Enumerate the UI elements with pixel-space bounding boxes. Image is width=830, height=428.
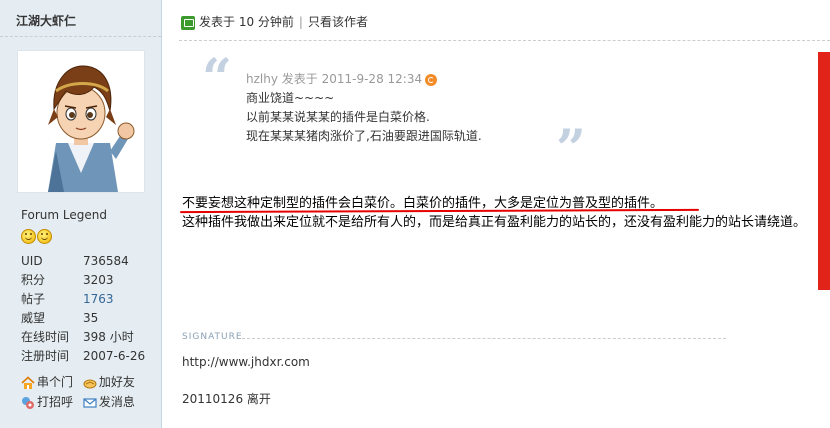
stat-row-uid: UID 736584 [21, 252, 151, 271]
avatar-image [48, 65, 135, 192]
smiley-icon [21, 229, 36, 244]
user-stats: UID 736584 积分 3203 帖子 1763 威望 35 在线时间 398 小时 … [21, 252, 151, 366]
poke-button[interactable]: 打招呼 [21, 392, 73, 412]
add-friend-label: 加好友 [98, 375, 135, 389]
open-quote-icon: “ [202, 48, 232, 109]
quote-header: hzlhy 发表于 2011-9-28 12:34 [246, 70, 576, 89]
only-author-link[interactable]: 只看该作者 [308, 15, 368, 29]
signature-divider [242, 338, 726, 339]
quote-line: 现在某某某猪肉涨价了,石油要跟进国际轨道. [246, 129, 482, 143]
signature-extra: 20110126 离开 [182, 392, 271, 406]
quote-block: hzlhy 发表于 2011-9-28 12:34 商业饶道~~~~ 以前某某说… [246, 70, 576, 146]
post-content: 不要妄想这种定制型的插件会白菜价。白菜价的插件，大多是定位为普及型的插件。 这种… [182, 194, 822, 232]
user-actions: 串个门 加好友 打招呼 发消息 [21, 372, 151, 412]
post-paragraph: 这种插件我做出来定位就不是给所有人的，而是给真正有盈利能力的站长的，还没有盈利能… [182, 215, 807, 230]
quote-line: 商业饶道~~~~ [246, 91, 335, 105]
side-banner[interactable] [818, 52, 830, 290]
online-status-icon [181, 15, 195, 30]
visit-button[interactable]: 串个门 [21, 372, 73, 392]
smiley-icon [37, 229, 52, 244]
avatar[interactable] [17, 50, 145, 193]
stat-key: 注册时间 [21, 349, 70, 363]
stat-value: 35 [83, 311, 99, 325]
rank-stars [21, 229, 53, 244]
posts-count-link[interactable]: 1763 [83, 290, 114, 309]
post-header: 发表于 10 分钟前 | 只看该作者 [181, 12, 368, 32]
back-to-post-icon[interactable] [425, 73, 438, 86]
header-divider [179, 40, 830, 41]
handshake-icon [83, 379, 97, 388]
stat-row-register-date: 注册时间 2007-6-26 [21, 347, 151, 366]
close-quote-icon: ” [556, 119, 586, 180]
home-icon [21, 375, 35, 389]
post-time: 发表于 10 分钟前 [199, 15, 294, 29]
quote-author: hzlhy [246, 72, 278, 86]
stat-key: 积分 [21, 273, 46, 287]
envelope-icon [83, 397, 97, 408]
send-message-label: 发消息 [98, 395, 135, 409]
add-friend-button[interactable]: 加好友 [83, 372, 135, 392]
visit-label: 串个门 [37, 375, 74, 389]
signature-label: SIGNATURE [182, 332, 243, 342]
stat-value: 2007-6-26 [83, 349, 146, 363]
stat-value: 3203 [83, 273, 114, 287]
quote-time: 发表于 2011-9-28 12:34 [281, 72, 423, 86]
stat-value: 736584 [83, 254, 129, 268]
sidebar-divider [0, 36, 161, 37]
username-link[interactable]: 江湖大虾仁 [16, 12, 76, 29]
stat-key: UID [21, 254, 43, 268]
quote-line: 以前某某说某某的插件是白菜价格. [246, 110, 430, 124]
stat-key: 在线时间 [21, 330, 70, 344]
stat-key: 威望 [21, 311, 46, 325]
stat-value: 398 小时 [83, 330, 134, 344]
stat-row-online-time: 在线时间 398 小时 [21, 328, 151, 347]
stat-row-points: 积分 3203 [21, 271, 151, 290]
post-main: 发表于 10 分钟前 | 只看该作者 “ hzlhy 发表于 2011-9-28 1… [162, 0, 830, 428]
signature-url-link[interactable]: http://www.jhdxr.com [182, 355, 310, 369]
user-sidebar: 江湖大虾仁 Forum Legend UID 736584 积分 3203 帖子… [0, 0, 162, 428]
stat-row-prestige: 威望 35 [21, 309, 151, 328]
send-message-button[interactable]: 发消息 [83, 392, 135, 412]
poke-label: 打招呼 [37, 395, 74, 409]
poke-icon [22, 396, 34, 409]
user-rank: Forum Legend [21, 208, 107, 222]
stat-key: 帖子 [21, 292, 46, 306]
separator: | [298, 15, 303, 29]
stat-row-posts: 帖子 1763 [21, 290, 151, 309]
